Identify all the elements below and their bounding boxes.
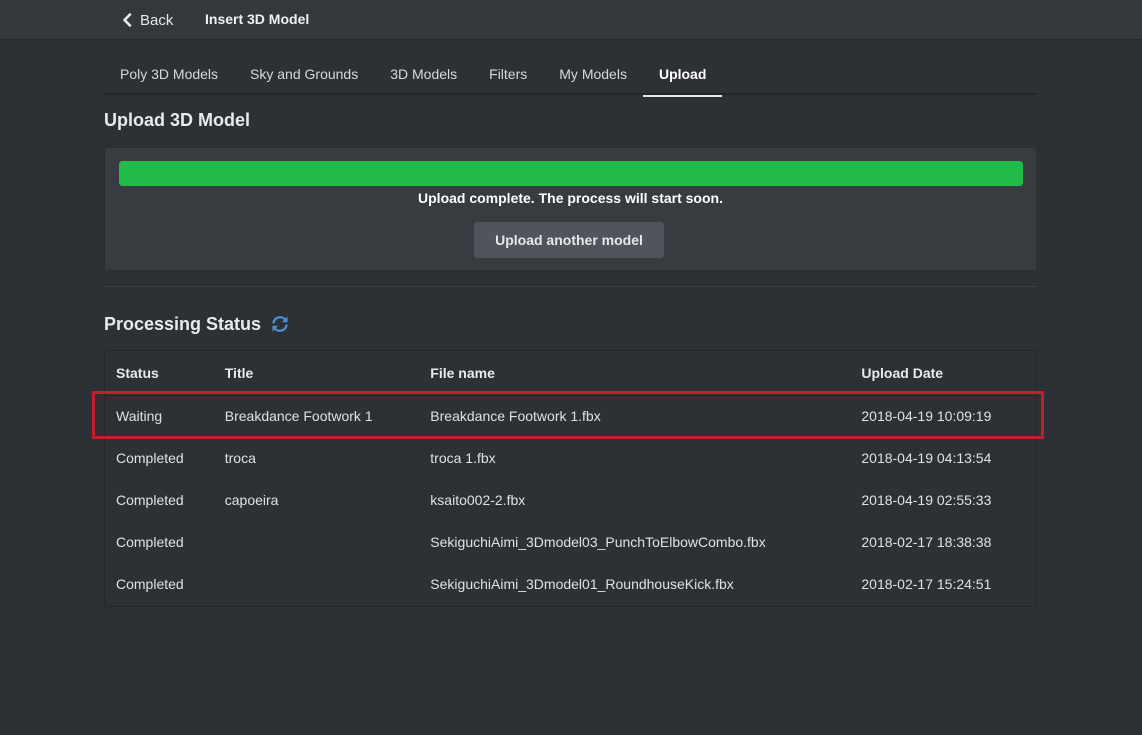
column-header-title: Title: [213, 351, 420, 396]
processing-table: Status Title File name Upload Date Waiti…: [104, 350, 1037, 607]
table-row: Completed SekiguchiAimi_3Dmodel03_PunchT…: [105, 521, 1036, 563]
cell-file-name: SekiguchiAimi_3Dmodel01_RoundhouseKick.f…: [430, 576, 734, 592]
table-row: Waiting Breakdance Footwork 1 Breakdance…: [105, 395, 1036, 437]
upload-another-button[interactable]: Upload another model: [474, 222, 664, 258]
cell-status: Completed: [116, 576, 184, 592]
cell-upload-date: 2018-02-17 15:24:51: [861, 576, 992, 592]
cell-file-name: Breakdance Footwork 1.fbx: [430, 408, 601, 425]
cell-file-name: SekiguchiAimi_3Dmodel03_PunchToElbowComb…: [430, 534, 766, 550]
back-button[interactable]: Back: [122, 10, 173, 30]
cell-upload-date: 2018-02-17 18:38:38: [861, 534, 992, 550]
cell-file-name: troca 1.fbx: [430, 450, 496, 466]
upload-heading: Upload 3D Model: [104, 110, 251, 130]
top-bar: Back Insert 3D Model: [0, 0, 1142, 40]
column-header-upload-date: Upload Date: [850, 351, 1036, 396]
section-divider: [104, 286, 1037, 287]
cell-title: [214, 521, 420, 563]
tab-filters[interactable]: Filters: [473, 56, 543, 95]
cell-upload-date: 2018-04-19 02:55:33: [861, 492, 992, 508]
cell-status: Completed: [116, 450, 184, 466]
upload-progress-fill: [119, 161, 1023, 186]
processing-heading: Processing Status: [104, 314, 262, 334]
cell-title: capoeira: [224, 492, 279, 508]
cell-status: Waiting: [116, 408, 163, 425]
back-label: Back: [140, 11, 174, 29]
table-row: Completed troca troca 1.fbx 2018-04-19 0…: [105, 437, 1036, 479]
cell-status: Completed: [116, 534, 184, 550]
cell-file-name: ksaito002-2.fbx: [430, 492, 526, 508]
column-header-status: Status: [105, 351, 214, 396]
cell-title: Breakdance Footwork 1: [224, 408, 373, 425]
dialog-title: Insert 3D Model: [205, 11, 310, 27]
tab-poly-3d-models[interactable]: Poly 3D Models: [104, 56, 234, 95]
table-header-row: Status Title File name Upload Date: [105, 351, 1036, 396]
cell-title: troca: [224, 450, 256, 466]
cell-upload-date: 2018-04-19 04:13:54: [861, 450, 992, 466]
upload-progress-bar: [119, 161, 1023, 186]
upload-panel: Upload complete. The process will start …: [104, 147, 1037, 271]
tab-upload[interactable]: Upload: [642, 56, 723, 97]
column-header-file-name: File name: [419, 351, 851, 396]
tab-my-models[interactable]: My Models: [543, 56, 643, 95]
chevron-left-icon: [123, 13, 132, 27]
tab-3d-models[interactable]: 3D Models: [374, 56, 473, 95]
cell-title: [214, 563, 420, 605]
cell-status: Completed: [116, 492, 184, 508]
refresh-icon[interactable]: [270, 314, 290, 334]
tab-bar: Poly 3D Models Sky and Grounds 3D Models…: [104, 56, 1037, 97]
upload-status-message: Upload complete. The process will start …: [418, 190, 723, 206]
table-row: Completed SekiguchiAimi_3Dmodel01_Roundh…: [105, 563, 1036, 605]
tab-sky-and-grounds[interactable]: Sky and Grounds: [234, 56, 374, 95]
cell-upload-date: 2018-04-19 10:09:19: [861, 408, 992, 425]
table-row: Completed capoeira ksaito002-2.fbx 2018-…: [105, 479, 1036, 521]
